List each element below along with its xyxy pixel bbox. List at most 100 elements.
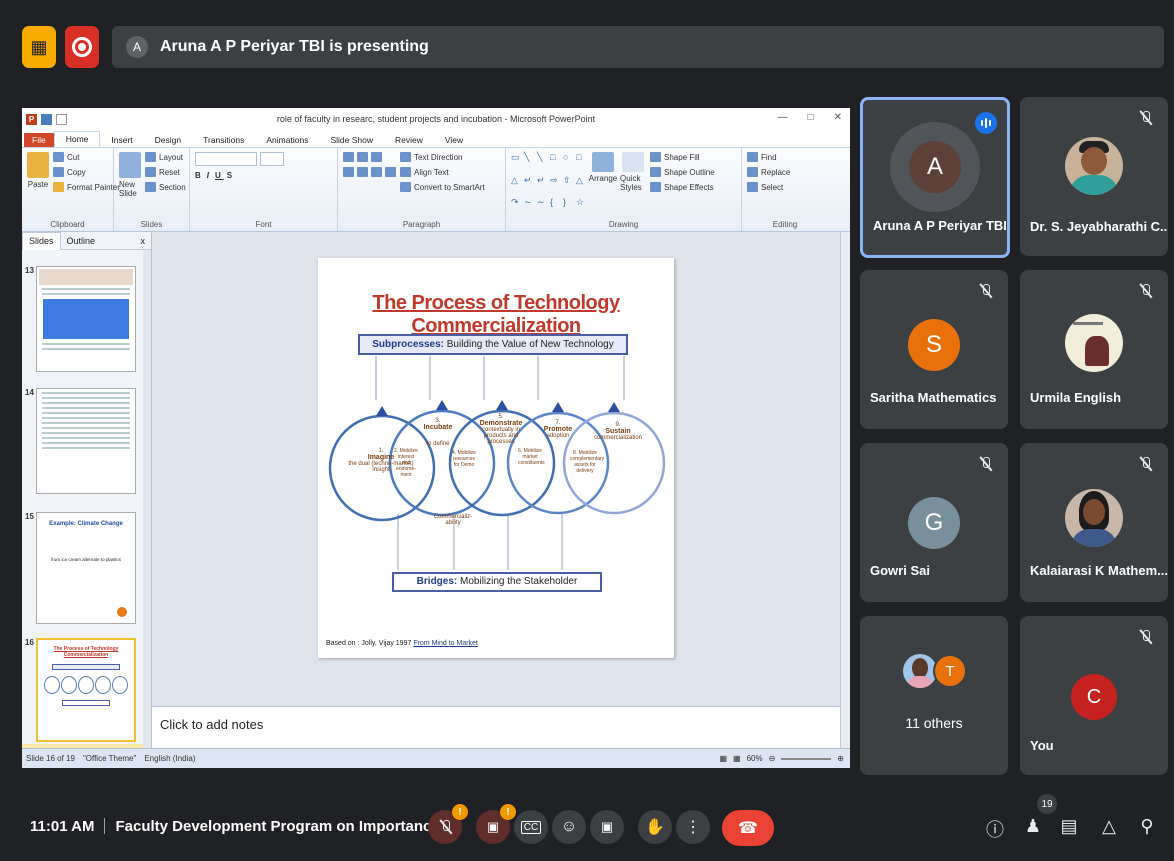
select-button[interactable]: Select: [747, 182, 790, 192]
present-now-button[interactable]: ▣: [590, 810, 624, 844]
tab-outline[interactable]: Outline: [61, 236, 102, 246]
language[interactable]: English (India): [144, 754, 195, 763]
mic-toggle-button[interactable]: !: [428, 804, 468, 844]
hang-up-icon: ☎: [738, 820, 758, 837]
tile-aruna[interactable]: A Aruna A P Periyar TBI: [860, 97, 1010, 258]
tab-review[interactable]: Review: [384, 133, 434, 147]
zoom-slider[interactable]: [781, 757, 832, 760]
reset-button[interactable]: Reset: [145, 167, 186, 177]
activities-icon[interactable]: △: [1098, 816, 1120, 837]
replace-button[interactable]: Replace: [747, 167, 790, 177]
zoom-in-icon[interactable]: ⊕: [837, 754, 844, 763]
convert-smartart-button[interactable]: Convert to SmartArt: [400, 182, 485, 192]
tile-urmila[interactable]: Urmila English: [1020, 270, 1168, 429]
arrange-label: Arrange: [588, 174, 618, 183]
new-slide-button[interactable]: New Slide: [119, 152, 141, 217]
minimize-icon[interactable]: —: [778, 112, 788, 123]
clock-time: 11:01 AM: [30, 818, 95, 835]
restore-icon[interactable]: □: [808, 112, 814, 123]
ribbon: Paste Cut Copy Format Painter Clipboard …: [22, 148, 850, 232]
zoom-out-icon[interactable]: ⊖: [769, 754, 776, 763]
tile-kalaiarasi[interactable]: Kalaiarasi K Mathem...: [1020, 443, 1168, 602]
zoom-level[interactable]: 60%: [747, 754, 763, 763]
text-direction-button[interactable]: Text Direction: [400, 152, 485, 162]
recording-icon[interactable]: [65, 26, 99, 68]
tab-file[interactable]: File: [24, 133, 54, 147]
participant-name: Gowri Sai: [870, 563, 930, 578]
sorter-view-icon[interactable]: ▦: [733, 754, 741, 763]
camera-toggle-button[interactable]: ▣ !: [476, 804, 516, 844]
meeting-title[interactable]: Faculty Development Program on Importanc…: [115, 818, 452, 835]
tile-you[interactable]: C You: [1020, 616, 1168, 775]
tile-gowri[interactable]: G Gowri Sai: [860, 443, 1008, 602]
paste-label: Paste: [27, 180, 49, 189]
arrange-button[interactable]: Arrange: [588, 152, 618, 217]
thumb-subtitle: from ice cream alternate to plastics: [51, 557, 121, 562]
align-text-button[interactable]: Align Text: [400, 167, 485, 177]
more-options-button[interactable]: ⋮: [676, 810, 710, 844]
align-buttons[interactable]: [343, 167, 396, 177]
section-button[interactable]: Section: [145, 182, 186, 192]
paragraph-group-label: Paragraph: [402, 220, 441, 229]
raise-hand-button[interactable]: ✋: [638, 810, 672, 844]
find-button[interactable]: Find: [747, 152, 790, 162]
slide-scrollbar[interactable]: [840, 232, 850, 748]
leave-call-button[interactable]: ☎: [722, 810, 774, 846]
normal-view-icon[interactable]: ▦: [719, 754, 727, 763]
tab-view[interactable]: View: [434, 133, 474, 147]
panel-scrollbar[interactable]: [143, 250, 151, 748]
font-format-buttons[interactable]: B I U S: [195, 171, 284, 180]
host-controls-icon[interactable]: ⚲: [1136, 816, 1158, 837]
captions-button[interactable]: CC: [514, 810, 548, 844]
font-name-box[interactable]: [195, 152, 257, 166]
shape-effects-button[interactable]: Shape Effects: [650, 182, 715, 192]
people-icon[interactable]: ♟: [1022, 816, 1044, 837]
close-icon[interactable]: ✕: [834, 112, 842, 123]
circle-head: Sustain: [605, 428, 631, 435]
circle-head: Incubate: [423, 424, 453, 431]
tab-animations[interactable]: Animations: [255, 133, 319, 147]
layout-button[interactable]: Layout: [145, 152, 186, 162]
pin-presentation-icon[interactable]: ▦: [22, 26, 56, 68]
list-buttons[interactable]: [343, 152, 396, 162]
shape-fill-button[interactable]: Shape Fill: [650, 152, 715, 162]
captions-icon: CC: [520, 820, 542, 834]
hand-icon: ✋: [645, 819, 665, 836]
slides-panel: Slides Outline x 13 14 15 Example: Clima…: [22, 231, 152, 768]
current-slide[interactable]: The Process of Technology Commercializat…: [318, 258, 674, 658]
notes-pane[interactable]: Click to add notes: [152, 706, 842, 748]
tab-slide-show[interactable]: Slide Show: [319, 133, 384, 147]
tab-design[interactable]: Design: [144, 133, 192, 147]
tab-slides[interactable]: Slides: [22, 231, 61, 250]
reset-icon: [145, 167, 156, 177]
meeting-details-icon[interactable]: ⓘ: [984, 816, 1006, 842]
format-painter-button[interactable]: Format Painter: [53, 182, 120, 192]
shape-outline-button[interactable]: Shape Outline: [650, 167, 715, 177]
quick-styles-button[interactable]: Quick Styles: [620, 152, 646, 217]
reactions-button[interactable]: ☺: [552, 810, 586, 844]
cut-button[interactable]: Cut: [53, 152, 120, 162]
tile-others[interactable]: T 11 others: [860, 616, 1008, 775]
warning-icon: !: [452, 804, 468, 820]
thumb-preview: The Process of Technology Commercializat…: [36, 638, 136, 742]
source-link[interactable]: From Mind to Market: [413, 640, 478, 647]
font-size-box[interactable]: [260, 152, 284, 166]
chat-icon[interactable]: ▤: [1058, 816, 1080, 837]
close-panel-icon[interactable]: x: [135, 236, 152, 246]
thumb-number: 16: [25, 638, 34, 647]
tab-transitions[interactable]: Transitions: [192, 133, 255, 147]
tab-home[interactable]: Home: [53, 131, 101, 147]
slides-group: New Slide Layout Reset Section Slides: [114, 148, 190, 231]
shapes-gallery[interactable]: ▭ ╲ ╲ □ ○ □ △ ↵ ↵ ⇨ ⇧ △ ↷ ∼ ∼{} ☆: [511, 152, 586, 217]
participant-photo: [1065, 314, 1123, 372]
presenting-banner: A Aruna A P Periyar TBI is presenting: [112, 26, 1164, 68]
powerpoint-window: P role of faculty in researc, student pr…: [22, 108, 850, 768]
tab-insert[interactable]: Insert: [100, 133, 143, 147]
tile-saritha[interactable]: S Saritha Mathematics: [860, 270, 1008, 429]
align-text-label: Align Text: [414, 167, 449, 177]
thumb-number: 15: [25, 512, 34, 521]
avatar: S: [908, 319, 960, 371]
paste-button[interactable]: Paste: [27, 152, 49, 217]
tile-jeyabharathi[interactable]: Dr. S. Jeyabharathi C...: [1020, 97, 1168, 256]
copy-button[interactable]: Copy: [53, 167, 120, 177]
